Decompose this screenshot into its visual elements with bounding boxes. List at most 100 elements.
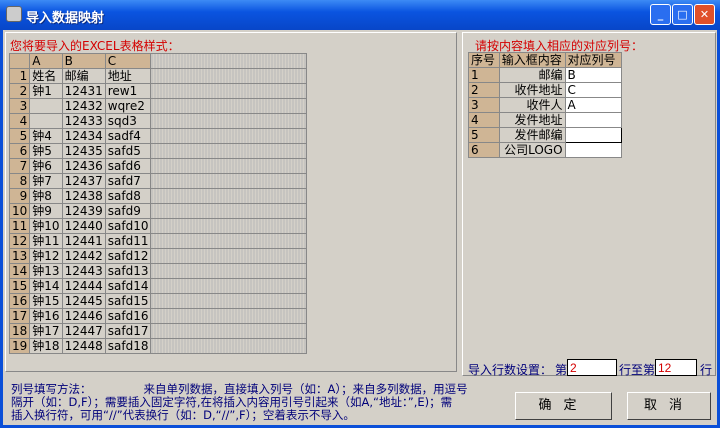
row-number: 19 (8, 338, 31, 354)
row-number: 2 (8, 83, 31, 99)
table-row: 11 钟10 12440 safd10 (8, 218, 307, 234)
table-row: 7 钟6 12436 safd6 (8, 158, 307, 174)
ok-button[interactable]: 确定 (515, 392, 612, 420)
cell: 钟9 (29, 203, 63, 219)
cell: 钟15 (29, 293, 63, 309)
empty-area (150, 83, 307, 99)
mapping-grid: 序号 输入框内容 对应列号 1 邮编 B 2 收件地址 C 3 收件人 A 4 发件地址 5 发件邮编 6 公司L… (468, 52, 623, 158)
cell: 钟18 (29, 338, 63, 354)
from-prefix: 第 (555, 363, 568, 377)
cell: 12431 (61, 83, 106, 99)
cell: 12448 (61, 338, 106, 354)
row-number: 15 (8, 278, 31, 294)
cell: 12438 (61, 188, 106, 204)
cell: 钟7 (29, 173, 63, 189)
row-number: 1 (468, 67, 500, 83)
row-number: 11 (8, 218, 31, 234)
cell: 钟1 (29, 83, 63, 99)
mapping-panel: 请按内容填入相应的对应列号： 序号 输入框内容 对应列号 1 邮编 B 2 收件地址 C 3 收件人… (462, 32, 716, 377)
table-row: 8 钟7 12437 safd7 (8, 173, 307, 189)
help-line3: 插入换行符，可用“//”代表换行（如：D,“//”,F）；空着表示不导入。 (11, 408, 355, 422)
cell: safd11 (104, 233, 152, 249)
cell: 12434 (61, 128, 106, 144)
cell: safd16 (104, 308, 152, 324)
table-row: 17 钟16 12446 safd16 (8, 308, 307, 324)
column-mapping-input[interactable]: B (564, 67, 623, 83)
column-mapping-input[interactable] (564, 127, 623, 143)
row-number: 5 (8, 128, 31, 144)
column-mapping-input[interactable]: C (564, 82, 623, 98)
empty-area (150, 128, 307, 144)
empty-area (150, 233, 307, 249)
end-row-input[interactable] (655, 359, 697, 376)
dialog-body: 您将要导入的EXCEL表格样式： A B C 1 姓名 邮编 地址 2 钟1 12431 rew1 3… (3, 30, 717, 425)
table-row: 3 收件人 A (468, 97, 623, 113)
table-row: 9 钟8 12438 safd8 (8, 188, 307, 204)
table-row: 10 钟9 12439 safd9 (8, 203, 307, 219)
cell: 12437 (61, 173, 106, 189)
empty-area (150, 53, 307, 69)
column-header: C (104, 53, 152, 69)
cell: safd13 (104, 263, 152, 279)
cell: sqd3 (104, 113, 152, 129)
minimize-button[interactable]: _ (650, 4, 671, 25)
empty-area (150, 158, 307, 174)
cell: sadf4 (104, 128, 152, 144)
row-number: 16 (8, 293, 31, 309)
cell: 12439 (61, 203, 106, 219)
cell: 钟8 (29, 188, 63, 204)
cell: 12441 (61, 233, 106, 249)
empty-area (150, 173, 307, 189)
table-row: 14 钟13 12443 safd13 (8, 263, 307, 279)
start-row-input[interactable] (567, 359, 617, 376)
row-number: 14 (8, 263, 31, 279)
row-number: 12 (8, 233, 31, 249)
empty-area (150, 248, 307, 264)
cell: 12445 (61, 293, 106, 309)
table-row: 16 钟15 12445 safd15 (8, 293, 307, 309)
close-button[interactable]: ✕ (694, 4, 715, 25)
field-name: 邮编 (498, 67, 566, 83)
cell: safd12 (104, 248, 152, 264)
cell: 钟11 (29, 233, 63, 249)
cell: safd6 (104, 158, 152, 174)
cell: safd10 (104, 218, 152, 234)
excel-preview-panel: 您将要导入的EXCEL表格样式： A B C 1 姓名 邮编 地址 2 钟1 12431 rew1 3… (5, 32, 457, 372)
table-row: 4 12433 sqd3 (8, 113, 307, 129)
cell: 12436 (61, 158, 106, 174)
excel-preview-grid: A B C 1 姓名 邮编 地址 2 钟1 12431 rew1 3 12432 wqre2 4 12433 s… (8, 53, 307, 354)
cell: safd15 (104, 293, 152, 309)
cell: 钟16 (29, 308, 63, 324)
field-name: 发件邮编 (498, 127, 566, 143)
column-header: A (29, 53, 63, 69)
column-mapping-input[interactable]: A (564, 97, 623, 113)
column-mapping-input[interactable] (564, 142, 623, 158)
cell: 钟5 (29, 143, 63, 159)
empty-area (150, 218, 307, 234)
cell: 12443 (61, 263, 106, 279)
table-row: 6 钟5 12435 safd5 (8, 143, 307, 159)
row-number: 17 (8, 308, 31, 324)
cell: safd18 (104, 338, 152, 354)
cell (29, 98, 63, 114)
help-line1: 来自单列数据，直接填入列号（如：A）；来自多列数据，用逗号 (143, 382, 468, 396)
row-number: 5 (468, 127, 500, 143)
maximize-button[interactable]: □ (672, 4, 693, 25)
row-number: 1 (8, 68, 31, 84)
row-number: 6 (468, 142, 500, 158)
to-prefix: 行至第 (619, 363, 656, 377)
cell: 钟4 (29, 128, 63, 144)
table-row: 19 钟18 12448 safd18 (8, 338, 307, 354)
column-header: B (61, 53, 106, 69)
column-mapping-input[interactable] (564, 112, 623, 128)
table-row: 6 公司LOGO (468, 142, 623, 158)
table-row: 4 发件地址 (468, 112, 623, 128)
window-title: 导入数据映射 (26, 11, 105, 26)
cell: 12433 (61, 113, 106, 129)
column-header: 对应列号 (564, 52, 623, 68)
cancel-button[interactable]: 取消 (627, 392, 711, 420)
empty-area (150, 338, 307, 354)
table-row: 2 收件地址 C (468, 82, 623, 98)
cell: 邮编 (61, 68, 106, 84)
corner-cell (8, 53, 31, 69)
